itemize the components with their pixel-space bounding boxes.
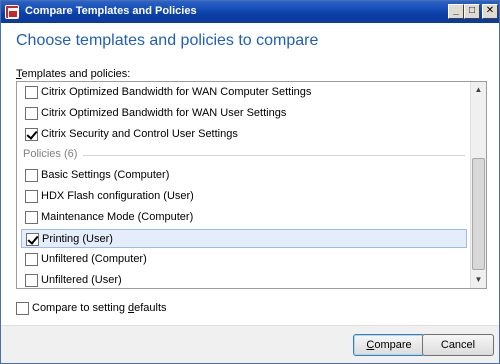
minimize-button[interactable]: _	[448, 4, 464, 19]
list-item-label: Citrix Optimized Bandwidth for WAN Compu…	[41, 86, 312, 98]
app-icon	[5, 5, 19, 19]
checkbox[interactable]	[26, 233, 39, 246]
checkbox[interactable]	[25, 86, 38, 99]
scroll-thumb[interactable]	[472, 158, 485, 270]
compare-dialog: Compare Templates and Policies _ □ ✕ Cho…	[0, 0, 500, 364]
button-bar: Compare Cancel	[1, 325, 499, 363]
title-bar[interactable]: Compare Templates and Policies _ □ ✕	[1, 1, 499, 23]
checkbox[interactable]	[25, 211, 38, 224]
list-label: Templates and policies:	[16, 68, 131, 80]
list-item-policy-3[interactable]: Printing (User)	[21, 229, 467, 248]
list-item-policy-2[interactable]: Maintenance Mode (Computer)	[21, 208, 467, 227]
list-item-label: HDX Flash configuration (User)	[41, 190, 194, 202]
compare-button[interactable]: Compare	[353, 334, 425, 356]
cancel-button[interactable]: Cancel	[422, 334, 494, 356]
checkbox[interactable]	[25, 128, 38, 141]
group-header-label: Policies (6)	[23, 148, 78, 160]
checkbox[interactable]	[25, 253, 38, 266]
window-title: Compare Templates and Policies	[25, 5, 197, 17]
list-item-policy-4[interactable]: Unfiltered (Computer)	[21, 250, 467, 269]
page-heading: Choose templates and policies to compare	[16, 32, 319, 49]
list-item-policy-5[interactable]: Unfiltered (User)	[21, 271, 467, 288]
scroll-up-icon[interactable]: ▲	[471, 82, 486, 98]
list-item-label: Maintenance Mode (Computer)	[41, 211, 194, 223]
list-item-label: Unfiltered (Computer)	[41, 253, 147, 265]
compare-defaults-checkbox[interactable]	[16, 302, 29, 315]
list-item-label: Basic Settings (Computer)	[41, 169, 170, 181]
list-item-policy-1[interactable]: HDX Flash configuration (User)	[21, 187, 467, 206]
list-item-label: Citrix Security and Control User Setting…	[41, 128, 238, 140]
list-item-template-2[interactable]: Citrix Security and Control User Setting…	[21, 125, 467, 144]
compare-defaults-label: Compare to setting defaults	[32, 302, 167, 314]
vertical-scrollbar[interactable]: ▲ ▼	[470, 82, 486, 288]
close-button[interactable]: ✕	[482, 4, 498, 19]
list-item-policy-0[interactable]: Basic Settings (Computer)	[21, 166, 467, 185]
list-item-template-0[interactable]: Citrix Optimized Bandwidth for WAN Compu…	[21, 83, 467, 102]
checkbox[interactable]	[25, 274, 38, 287]
maximize-button[interactable]: □	[464, 4, 480, 19]
scroll-down-icon[interactable]: ▼	[471, 272, 486, 288]
group-header-policies: Policies (6)	[21, 147, 467, 163]
list-item-label: Unfiltered (User)	[41, 274, 122, 286]
group-divider	[83, 155, 465, 156]
checkbox[interactable]	[25, 107, 38, 120]
checkbox[interactable]	[25, 169, 38, 182]
templates-policies-list[interactable]: Citrix Optimized Bandwidth for WAN Compu…	[16, 81, 487, 289]
list-item-label: Printing (User)	[42, 233, 113, 245]
checkbox[interactable]	[25, 190, 38, 203]
list-item-label: Citrix Optimized Bandwidth for WAN User …	[41, 107, 287, 119]
list-item-template-1[interactable]: Citrix Optimized Bandwidth for WAN User …	[21, 104, 467, 123]
